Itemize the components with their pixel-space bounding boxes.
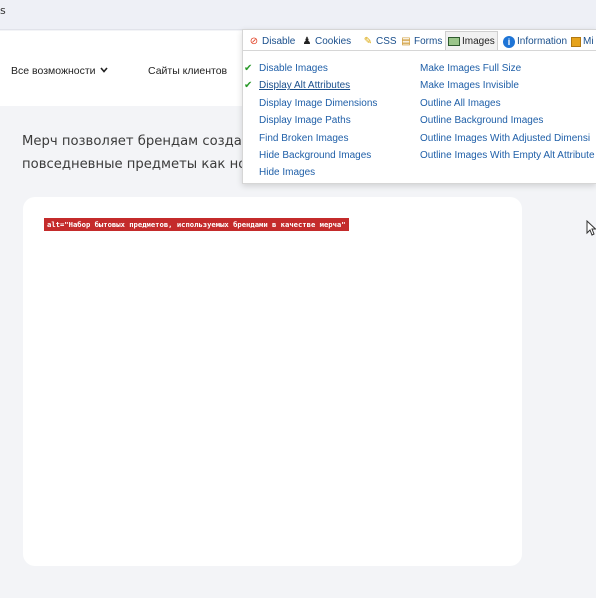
display-image-dimensions-option[interactable]: Display Image Dimensions — [259, 95, 377, 112]
css-icon: ✎ — [363, 36, 373, 47]
nav-all-features-menu[interactable]: Все возможности — [11, 65, 108, 77]
tab-css-label: CSS — [376, 36, 397, 47]
images-menu-right-column: Make Images Full Size Make Images Invisi… — [420, 60, 595, 164]
tab-information[interactable]: i Information — [501, 32, 569, 50]
outline-background-images-option[interactable]: Outline Background Images — [420, 112, 595, 129]
outline-images-adjusted-dimensions-option[interactable]: Outline Images With Adjusted Dimensi — [420, 130, 595, 147]
body-text-line-2: повседневные предметы как носите — [22, 157, 278, 172]
tab-information-label: Information — [517, 36, 568, 47]
disable-icon: ⊘ — [249, 36, 259, 47]
make-images-invisible-option[interactable]: Make Images Invisible — [420, 77, 595, 94]
display-image-paths-option[interactable]: Display Image Paths — [259, 112, 377, 129]
tab-miscellaneous[interactable]: Mi — [569, 32, 596, 50]
tab-forms-label: Forms — [414, 36, 443, 47]
chevron-down-icon — [99, 64, 108, 76]
outline-images-empty-alt-option[interactable]: Outline Images With Empty Alt Attribute — [420, 147, 595, 164]
cookies-icon: ♟ — [302, 36, 312, 47]
hide-background-images-option[interactable]: Hide Background Images — [259, 147, 377, 164]
browser-tab-title-fragment: s — [0, 4, 6, 17]
disable-images-option[interactable]: Disable Images — [244, 60, 377, 78]
tab-disable[interactable]: ⊘ Disable — [246, 32, 297, 50]
body-text-line-1: Мерч позволяет брендам создавать — [22, 134, 274, 149]
tab-cookies-label: Cookies — [315, 36, 352, 47]
tab-cookies[interactable]: ♟ Cookies — [299, 32, 353, 50]
web-developer-tabs: ⊘ Disable ♟ Cookies ✎ CSS ▤ Forms Images… — [243, 30, 596, 51]
tab-css[interactable]: ✎ CSS — [360, 32, 399, 50]
forms-icon: ▤ — [401, 36, 411, 47]
images-icon — [448, 37, 460, 46]
mouse-cursor-icon — [586, 219, 596, 240]
tab-miscellaneous-label: Mi — [583, 36, 594, 47]
alt-attribute-label: alt="Набор бытовых предметов, используем… — [44, 218, 349, 231]
browser-top-strip: s — [0, 0, 596, 30]
outline-all-images-option[interactable]: Outline All Images — [420, 95, 595, 112]
tab-images-label: Images — [462, 36, 495, 47]
miscellaneous-icon — [571, 36, 581, 47]
information-icon: i — [503, 35, 515, 48]
display-alt-attributes-option[interactable]: Display Alt Attributes — [244, 77, 377, 95]
nav-client-sites-link[interactable]: Сайты клиентов — [148, 65, 227, 77]
image-placeholder-card: alt="Набор бытовых предметов, используем… — [23, 197, 522, 566]
make-images-full-size-option[interactable]: Make Images Full Size — [420, 60, 595, 77]
tab-forms[interactable]: ▤ Forms — [398, 32, 444, 50]
images-menu-left-column: Disable Images Display Alt Attributes Di… — [244, 60, 377, 182]
body-paragraph: Мерч позволяет брендам создавать повседн… — [22, 130, 278, 176]
tab-images[interactable]: Images — [445, 31, 498, 50]
find-broken-images-option[interactable]: Find Broken Images — [259, 130, 377, 147]
tab-disable-label: Disable — [262, 36, 296, 47]
web-developer-menu: ⊘ Disable ♟ Cookies ✎ CSS ▤ Forms Images… — [242, 29, 596, 184]
hide-images-option[interactable]: Hide Images — [259, 164, 377, 181]
nav-all-features-label: Все возможности — [11, 65, 96, 77]
